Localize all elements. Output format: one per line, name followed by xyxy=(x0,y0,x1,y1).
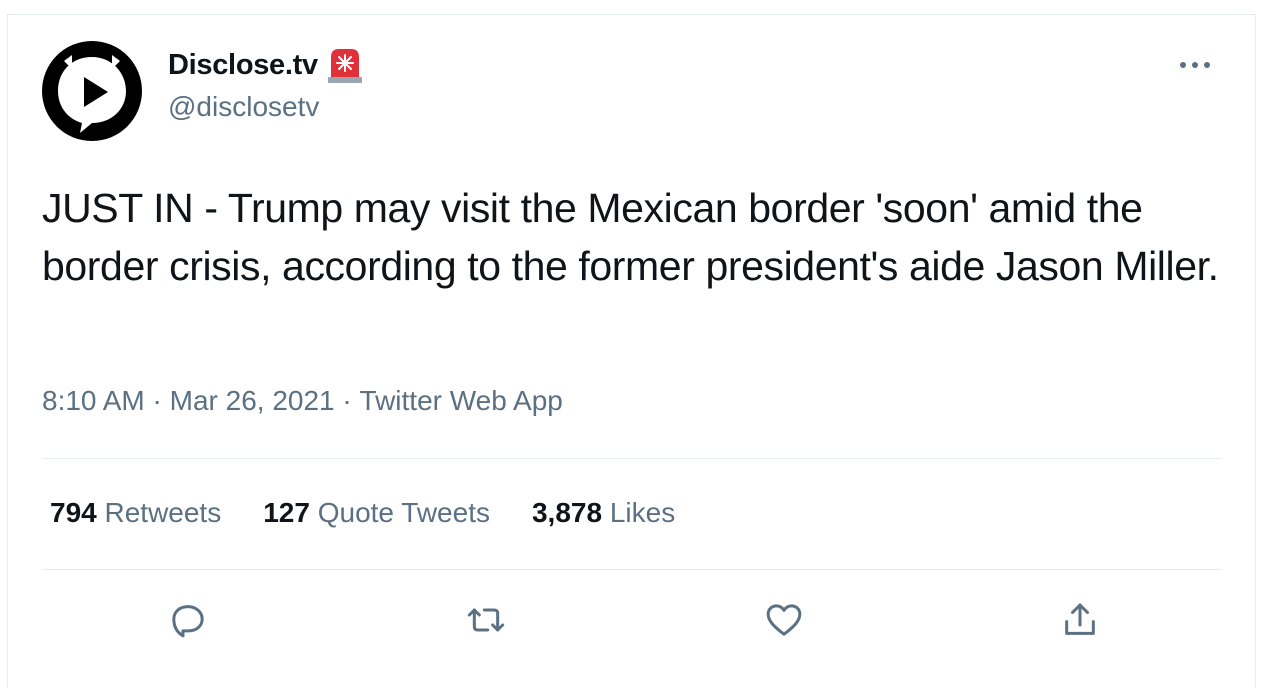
retweets-stat[interactable]: 794 Retweets xyxy=(50,497,221,529)
tweet-time-link[interactable]: 8:10 AM xyxy=(42,385,145,417)
tweet-date-link[interactable]: Mar 26, 2021 xyxy=(170,385,335,417)
author-display-name[interactable]: Disclose.tv xyxy=(168,49,318,82)
more-options-button[interactable] xyxy=(1175,53,1215,77)
quote-tweets-count: 127 xyxy=(263,497,310,528)
reply-button[interactable] xyxy=(163,595,213,645)
quote-tweets-label: Quote Tweets xyxy=(309,497,490,528)
share-button[interactable] xyxy=(1055,595,1105,645)
share-icon xyxy=(1065,603,1095,635)
tweet-card: Disclose.tv @disclosetv JUST IN - Trump … xyxy=(7,14,1256,688)
retweets-label: Retweets xyxy=(96,497,222,528)
retweets-count: 794 xyxy=(50,497,97,528)
likes-label: Likes xyxy=(602,497,676,528)
disclose-logo-icon xyxy=(58,55,126,133)
quote-tweets-stat[interactable]: 127 Quote Tweets xyxy=(263,497,490,529)
tweet-actions xyxy=(8,595,1257,645)
avatar[interactable] xyxy=(42,41,142,141)
more-horizontal-icon xyxy=(1180,62,1210,68)
police-siren-icon xyxy=(326,45,364,85)
tweet-text: JUST IN - Trump may visit the Mexican bo… xyxy=(42,185,1219,289)
author-handle[interactable]: @disclosetv xyxy=(168,91,319,123)
heart-icon xyxy=(766,604,802,636)
retweet-icon xyxy=(467,608,505,632)
meta-separator: · xyxy=(334,385,360,416)
retweet-button[interactable] xyxy=(461,595,511,645)
divider xyxy=(42,458,1222,459)
tweet-stats: 794 Retweets 127 Quote Tweets 3,878 Like… xyxy=(50,497,717,529)
tweet-meta: 8:10 AM · Mar 26, 2021 · Twitter Web App xyxy=(42,385,563,417)
likes-stat[interactable]: 3,878 Likes xyxy=(532,497,675,529)
reply-icon xyxy=(172,605,204,638)
like-button[interactable] xyxy=(759,595,809,645)
tweet-source-link[interactable]: Twitter Web App xyxy=(360,385,563,417)
likes-count: 3,878 xyxy=(531,497,603,528)
author-name-row[interactable]: Disclose.tv xyxy=(168,45,364,85)
meta-separator: · xyxy=(144,385,170,416)
divider xyxy=(42,569,1222,570)
